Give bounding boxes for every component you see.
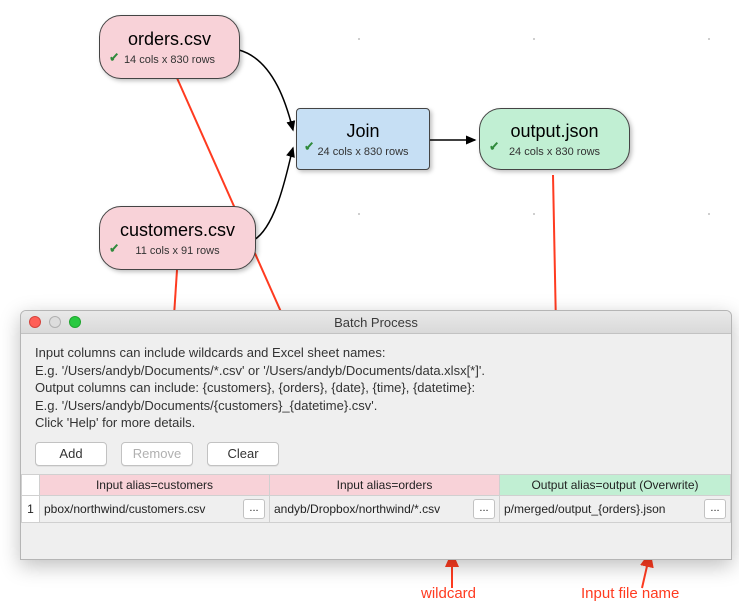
- row-number: 1: [22, 495, 40, 522]
- node-join[interactable]: Join 24 cols x 830 rows: [296, 108, 430, 170]
- output-path[interactable]: p/merged/output_{orders}.json: [504, 502, 701, 516]
- node-title: Join: [346, 121, 379, 142]
- node-title: customers.csv: [120, 220, 235, 241]
- browse-button[interactable]: ...: [473, 499, 495, 519]
- table-row[interactable]: 1 pbox/northwind/customers.csv ... andyb…: [22, 495, 731, 522]
- check-icon: [488, 139, 502, 153]
- batch-table: Input alias=customers Input alias=orders…: [21, 474, 731, 523]
- remove-button[interactable]: Remove: [121, 442, 193, 466]
- node-subtitle: 14 cols x 830 rows: [124, 54, 215, 66]
- node-orders[interactable]: orders.csv 14 cols x 830 rows: [99, 15, 240, 79]
- instructions-text: Input columns can include wildcards and …: [21, 334, 731, 438]
- window-title: Batch Process: [21, 315, 731, 330]
- check-icon: [108, 241, 122, 255]
- annotation-wildcard: wildcard: [421, 585, 476, 602]
- browse-button[interactable]: ...: [243, 499, 265, 519]
- node-output[interactable]: output.json 24 cols x 830 rows: [479, 108, 630, 170]
- node-title: output.json: [510, 121, 598, 142]
- clear-button[interactable]: Clear: [207, 442, 279, 466]
- input-customers-path[interactable]: pbox/northwind/customers.csv: [44, 502, 240, 516]
- row-number-header: [22, 474, 40, 495]
- input-orders-path[interactable]: andyb/Dropbox/northwind/*.csv: [274, 502, 470, 516]
- window-titlebar[interactable]: Batch Process: [21, 311, 731, 334]
- node-subtitle: 24 cols x 830 rows: [509, 146, 600, 158]
- add-button[interactable]: Add: [35, 442, 107, 466]
- column-header-orders[interactable]: Input alias=orders: [270, 474, 500, 495]
- column-header-customers[interactable]: Input alias=customers: [40, 474, 270, 495]
- node-title: orders.csv: [128, 29, 211, 50]
- column-header-output[interactable]: Output alias=output (Overwrite): [500, 474, 731, 495]
- annotation-input-file-name: Input file name: [581, 585, 679, 602]
- check-icon: [108, 50, 122, 64]
- browse-button[interactable]: ...: [704, 499, 726, 519]
- batch-process-window: Batch Process Input columns can include …: [20, 310, 732, 560]
- node-customers[interactable]: customers.csv 11 cols x 91 rows: [99, 206, 256, 270]
- node-subtitle: 11 cols x 91 rows: [135, 245, 219, 257]
- check-icon: [303, 139, 317, 153]
- node-subtitle: 24 cols x 830 rows: [317, 146, 408, 158]
